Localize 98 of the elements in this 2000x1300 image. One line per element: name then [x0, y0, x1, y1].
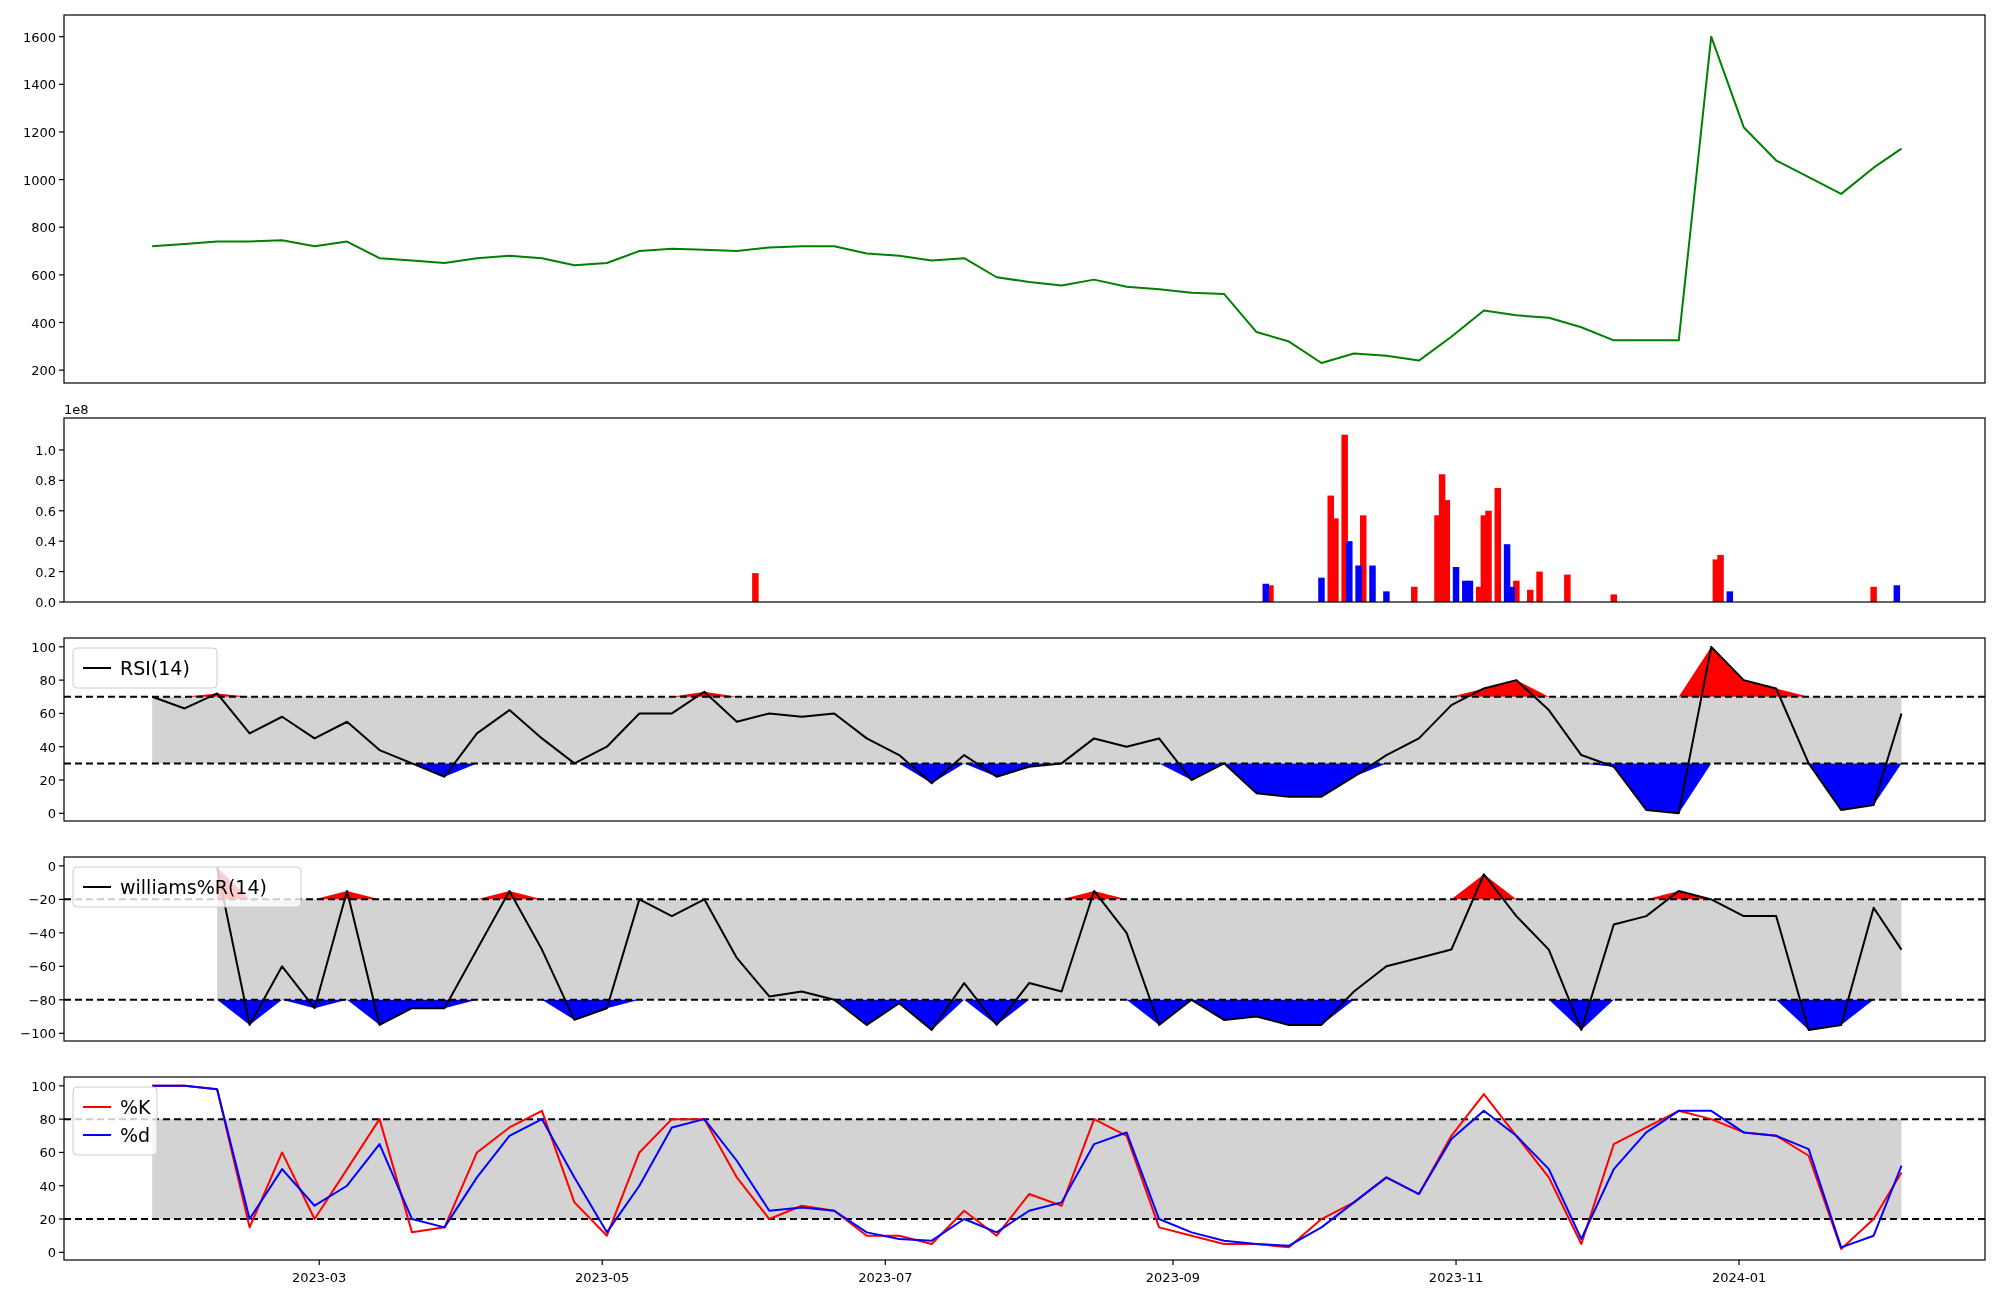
legend-label: williams%R(14)	[120, 876, 267, 898]
tick-label: 1600	[22, 29, 56, 45]
tick-label: 20	[39, 1212, 56, 1228]
tick-label: −40	[28, 925, 56, 941]
legend-line-icon	[82, 886, 112, 888]
volume-bar	[1564, 574, 1571, 602]
tick-mark	[58, 226, 65, 228]
tick-mark	[1738, 1259, 1740, 1266]
legend-line-icon	[82, 667, 112, 669]
volume-bar	[752, 573, 759, 602]
tick-mark	[58, 1085, 65, 1087]
tick-label: 20	[39, 773, 56, 789]
tick-mark	[58, 965, 65, 967]
tick-label: 1000	[22, 172, 56, 188]
tick-mark	[58, 1185, 65, 1187]
tick-label: −80	[28, 992, 56, 1008]
volume-bar	[1411, 586, 1418, 602]
volume-bar	[1870, 586, 1877, 602]
tick-mark	[58, 83, 65, 85]
tick-label: 1400	[22, 77, 56, 93]
tick-label: 60	[39, 1145, 56, 1161]
volume-bar	[1893, 585, 1901, 602]
tick-mark	[318, 1259, 320, 1266]
tick-label: 0	[47, 858, 56, 874]
tick-label: 600	[31, 267, 56, 283]
legend-label: %K	[120, 1096, 151, 1118]
tick-mark	[58, 1032, 65, 1034]
tick-mark	[58, 679, 65, 681]
tick-label: 2024-01	[1711, 1270, 1767, 1285]
tick-mark	[58, 510, 65, 512]
tick-label: 60	[39, 706, 56, 722]
tick-label: 80	[39, 673, 56, 689]
tick-mark	[58, 746, 65, 748]
volume-bar	[1527, 589, 1534, 602]
legend-line-icon	[82, 1106, 112, 1108]
tick-mark	[58, 1218, 65, 1220]
tick-mark	[58, 646, 65, 648]
tick-label: 100	[31, 1078, 56, 1094]
tick-label: 0	[47, 1245, 56, 1261]
tick-mark	[58, 479, 65, 481]
tick-label: 2023-05	[575, 1270, 630, 1285]
tick-label: 0.8	[35, 473, 56, 489]
tick-label: 80	[39, 1112, 56, 1128]
tick-label: 2023-03	[292, 1270, 347, 1285]
volume-bar	[1726, 591, 1734, 602]
tick-label: −20	[28, 892, 56, 908]
tick-mark	[58, 449, 65, 451]
tick-label: 40	[39, 739, 56, 755]
tick-mark	[58, 812, 65, 814]
tick-label: 1.0	[35, 442, 56, 458]
volume-bar	[1369, 565, 1376, 602]
tick-mark	[58, 1118, 65, 1120]
tick-mark	[58, 369, 65, 371]
tick-label: 2023-09	[1145, 1270, 1201, 1285]
tick-mark	[1172, 1259, 1174, 1266]
tick-mark	[58, 274, 65, 276]
tick-mark	[884, 1259, 886, 1266]
tick-label: 1200	[22, 124, 56, 140]
tick-mark	[1455, 1259, 1457, 1266]
legend-label: %d	[120, 1124, 151, 1146]
tick-mark	[58, 1251, 65, 1253]
tick-mark	[58, 999, 65, 1001]
tick-mark	[58, 865, 65, 867]
tick-mark	[58, 321, 65, 324]
tick-label: 200	[31, 363, 56, 379]
tick-mark	[58, 779, 65, 781]
legend-label: RSI(14)	[120, 657, 190, 679]
tick-label: −100	[20, 1026, 56, 1042]
volume-bar	[1318, 577, 1325, 602]
axis-offset-label: 1e8	[64, 402, 89, 417]
tick-mark	[58, 36, 65, 38]
tick-label: 2023-11	[1428, 1270, 1484, 1285]
tick-label: 100	[31, 639, 56, 655]
tick-label: −60	[28, 959, 56, 975]
tick-mark	[58, 601, 65, 603]
tick-label: 400	[31, 315, 56, 331]
tick-label: 800	[31, 220, 56, 236]
tick-label: 40	[39, 1178, 56, 1194]
tick-mark	[58, 571, 65, 573]
tick-mark	[58, 712, 65, 715]
tick-mark	[58, 898, 65, 900]
tick-label: 0.6	[35, 503, 56, 519]
tick-label: 0.0	[35, 595, 56, 610]
volume-bar	[1452, 567, 1460, 602]
tick-mark	[58, 179, 65, 181]
tick-label: 2023-07	[858, 1270, 913, 1285]
volume-bar	[1536, 571, 1543, 602]
tick-label: 0	[47, 806, 56, 822]
tick-mark	[58, 1151, 65, 1154]
tick-mark	[58, 540, 65, 542]
volume-bar	[1383, 591, 1390, 602]
tick-mark	[58, 131, 65, 133]
volume-bar	[1610, 594, 1618, 602]
tick-mark	[58, 932, 65, 934]
legend-line-icon	[82, 1134, 112, 1136]
tick-label: 0.2	[35, 564, 56, 580]
tick-mark	[601, 1259, 603, 1266]
tick-label: 0.4	[35, 534, 56, 550]
